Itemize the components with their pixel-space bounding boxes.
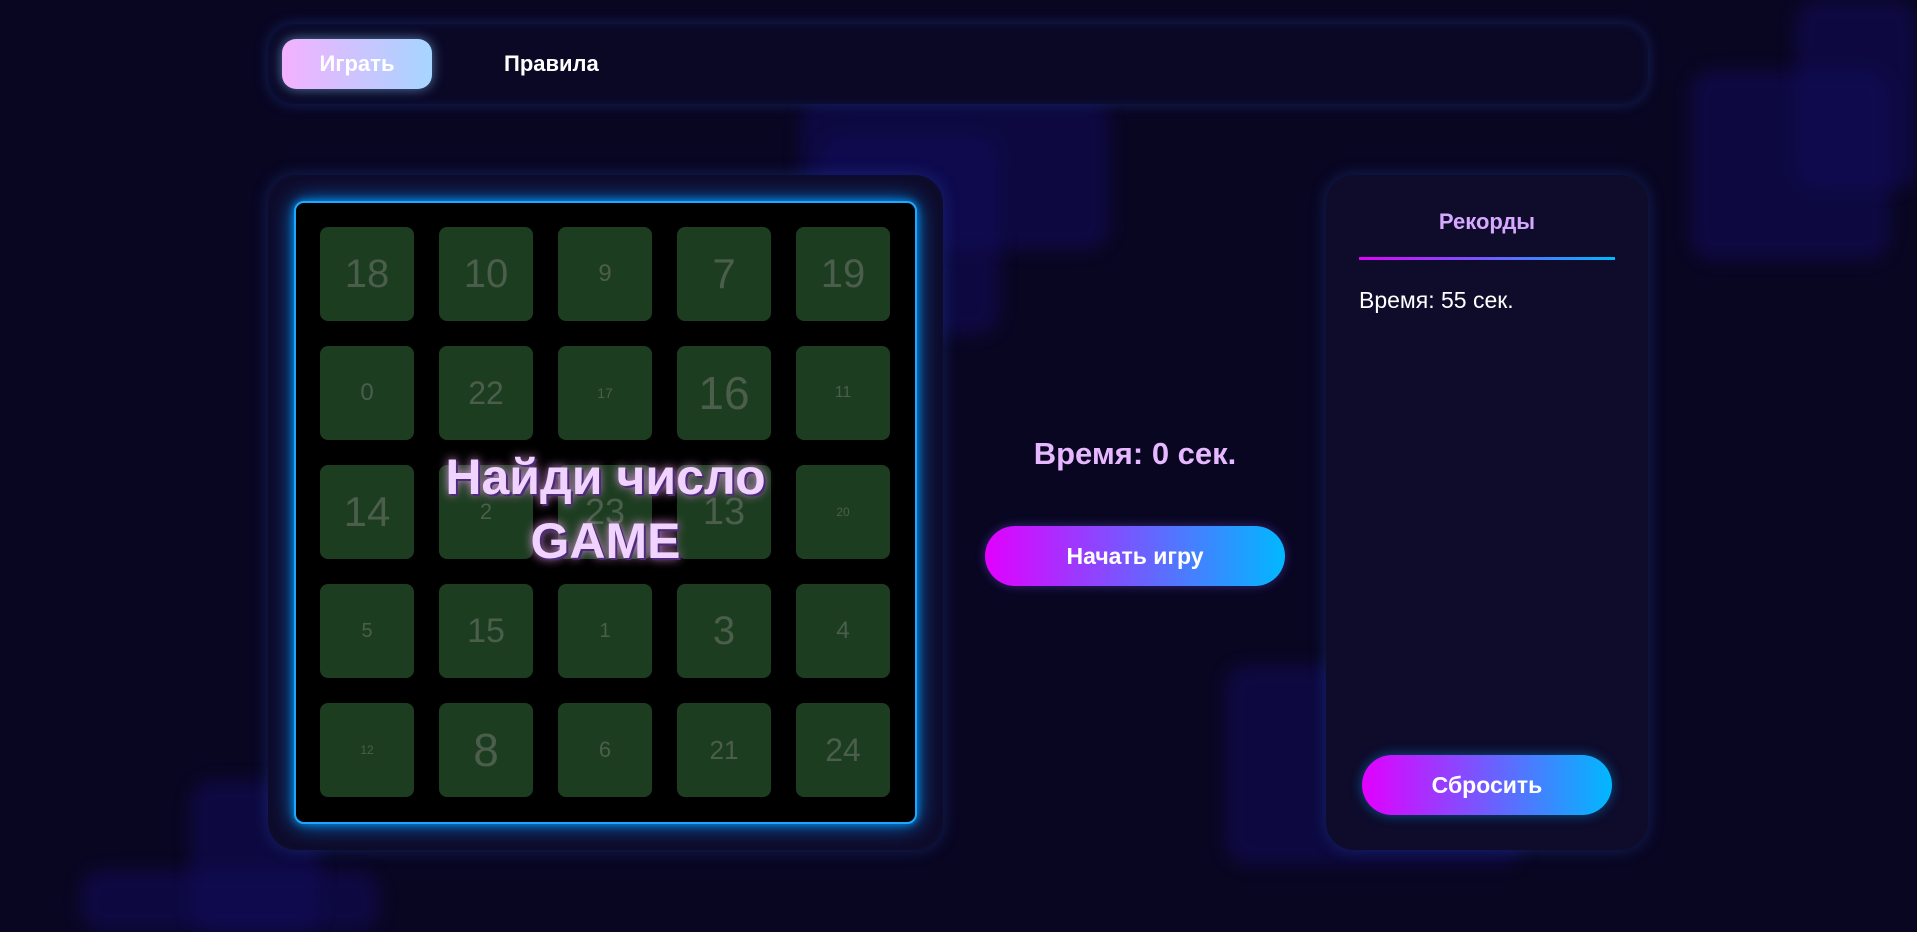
number-cell[interactable]: 4 [796, 584, 890, 678]
records-panel: Рекорды Время: 55 сек. Сбросить [1326, 175, 1648, 850]
number-cell[interactable]: 9 [558, 227, 652, 321]
top-navigation: Играть Правила [268, 24, 1648, 104]
number-cell[interactable]: 17 [558, 346, 652, 440]
records-divider [1359, 257, 1615, 260]
tab-play[interactable]: Играть [282, 39, 432, 89]
game-timer: Время: 0 сек. [1033, 436, 1237, 471]
number-cell[interactable]: 22 [439, 346, 533, 440]
number-cell[interactable]: 16 [677, 346, 771, 440]
number-cell[interactable]: 15 [439, 584, 533, 678]
number-cell[interactable]: 7 [677, 227, 771, 321]
game-board-panel: 18 10 9 7 19 0 22 17 16 11 14 2 23 13 20 5 15 1 3 4 12 8 6 21 24… [268, 175, 943, 850]
number-cell[interactable]: 5 [320, 584, 414, 678]
tab-rules[interactable]: Правила [468, 39, 635, 89]
number-cell[interactable]: 18 [320, 227, 414, 321]
number-cell[interactable]: 23 [558, 465, 652, 559]
number-cell[interactable]: 20 [796, 465, 890, 559]
record-entry: Время: 55 сек. [1359, 287, 1514, 313]
number-cell[interactable]: 19 [796, 227, 890, 321]
number-cell[interactable]: 12 [320, 703, 414, 797]
records-title: Рекорды [1438, 209, 1536, 234]
background-glow-square [1795, 0, 1917, 190]
number-cell[interactable]: 6 [558, 703, 652, 797]
number-cell[interactable]: 10 [439, 227, 533, 321]
number-grid: 18 10 9 7 19 0 22 17 16 11 14 2 23 13 20 5 15 1 3 4 12 8 6 21 24 [294, 201, 917, 824]
number-cell[interactable]: 14 [320, 465, 414, 559]
reset-records-button[interactable]: Сбросить [1362, 755, 1612, 815]
number-cell[interactable]: 1 [558, 584, 652, 678]
number-cell[interactable]: 8 [439, 703, 533, 797]
number-cell[interactable]: 0 [320, 346, 414, 440]
number-cell[interactable]: 13 [677, 465, 771, 559]
number-cell[interactable]: 11 [796, 346, 890, 440]
number-cell[interactable]: 3 [677, 584, 771, 678]
number-cell[interactable]: 21 [677, 703, 771, 797]
number-cell[interactable]: 24 [796, 703, 890, 797]
start-game-button[interactable]: Начать игру [985, 526, 1285, 586]
number-cell[interactable]: 2 [439, 465, 533, 559]
